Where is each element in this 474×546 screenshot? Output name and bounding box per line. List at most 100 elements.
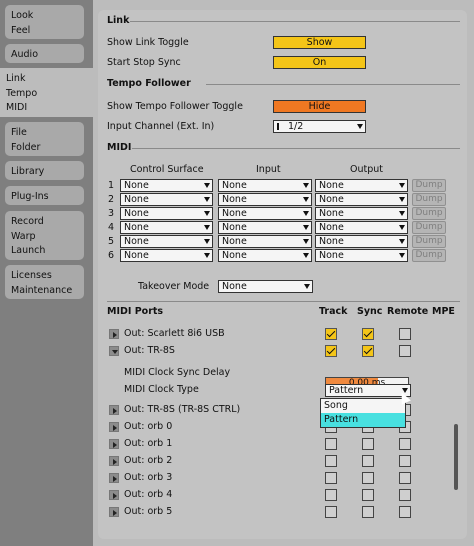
- sync-checkbox[interactable]: [362, 438, 374, 450]
- midi-input-dropdown[interactable]: None: [218, 235, 312, 248]
- midi-input-value: None: [222, 222, 247, 233]
- track-column-header: Track: [319, 306, 348, 317]
- expand-triangle-icon[interactable]: [109, 422, 119, 432]
- sync-checkbox[interactable]: [362, 345, 374, 357]
- midi-output-dropdown[interactable]: None: [315, 235, 408, 248]
- track-checkbox[interactable]: [325, 489, 337, 501]
- remote-checkbox[interactable]: [399, 328, 411, 340]
- remote-column-header: Remote: [387, 306, 429, 317]
- midi-output-value: None: [319, 250, 344, 261]
- remote-checkbox[interactable]: [399, 345, 411, 357]
- remote-checkbox[interactable]: [399, 438, 411, 450]
- expand-triangle-icon[interactable]: [109, 507, 119, 517]
- midi-output-dropdown[interactable]: None: [315, 249, 408, 262]
- expand-triangle-icon[interactable]: [109, 439, 119, 449]
- dump-button[interactable]: Dump: [412, 207, 446, 220]
- midi-clock-type-label: MIDI Clock Type: [124, 384, 199, 395]
- midi-input-dropdown[interactable]: None: [218, 193, 312, 206]
- dump-button[interactable]: Dump: [412, 249, 446, 262]
- preferences-content[interactable]: Link Show Link Toggle Show Start Stop Sy…: [98, 10, 467, 539]
- midi-port-name: Out: orb 0: [124, 421, 173, 432]
- midi-control-dropdown[interactable]: None: [120, 249, 213, 262]
- midi-control-dropdown[interactable]: None: [120, 193, 213, 206]
- midi-output-value: None: [319, 180, 344, 191]
- sync-checkbox[interactable]: [362, 455, 374, 467]
- midi-output-dropdown[interactable]: None: [315, 179, 408, 192]
- popup-option-pattern[interactable]: Pattern: [321, 413, 405, 427]
- chevron-down-icon: [357, 124, 363, 129]
- chevron-down-icon: [303, 253, 309, 258]
- midi-output-dropdown[interactable]: None: [315, 193, 408, 206]
- show-tempo-follower-button[interactable]: Hide: [273, 100, 366, 113]
- midi-control-dropdown[interactable]: None: [120, 221, 213, 234]
- nav-audio[interactable]: Audio: [5, 44, 84, 63]
- track-checkbox[interactable]: [325, 472, 337, 484]
- collapse-triangle-icon[interactable]: [109, 346, 119, 356]
- nav-link-tempo-midi[interactable]: Link Tempo MIDI: [0, 68, 93, 117]
- midi-row-number: 3: [108, 208, 115, 219]
- sync-checkbox[interactable]: [362, 472, 374, 484]
- chevron-down-icon: [303, 211, 309, 216]
- midi-control-dropdown[interactable]: None: [120, 235, 213, 248]
- nav-label: Plug-Ins: [11, 191, 49, 202]
- remote-checkbox[interactable]: [399, 506, 411, 518]
- sync-checkbox[interactable]: [362, 328, 374, 340]
- nav-licenses-maintenance[interactable]: Licenses Maintenance: [5, 265, 84, 299]
- track-checkbox[interactable]: [325, 506, 337, 518]
- input-channel-label: Input Channel (Ext. In): [107, 121, 215, 132]
- nav-look-feel[interactable]: Look Feel: [5, 5, 84, 39]
- expand-triangle-icon[interactable]: [109, 329, 119, 339]
- nav-plug-ins[interactable]: Plug-Ins: [5, 186, 84, 205]
- chevron-down-icon: [303, 239, 309, 244]
- chevron-down-icon: [399, 211, 405, 216]
- input-channel-dropdown[interactable]: 1/2: [273, 120, 366, 133]
- chevron-down-icon: [399, 197, 405, 202]
- dump-button[interactable]: Dump: [412, 235, 446, 248]
- midi-control-dropdown[interactable]: None: [120, 179, 213, 192]
- midi-row-number: 2: [108, 194, 115, 205]
- midi-input-dropdown[interactable]: None: [218, 221, 312, 234]
- expand-triangle-icon[interactable]: [109, 405, 119, 415]
- midi-ports-section-title: MIDI Ports: [107, 306, 164, 317]
- nav-label: Record: [11, 216, 44, 227]
- dump-button[interactable]: Dump: [412, 221, 446, 234]
- mpe-column-header: MPE: [432, 306, 455, 317]
- takeover-mode-dropdown[interactable]: None: [218, 280, 313, 293]
- chevron-down-icon: [303, 197, 309, 202]
- dump-button[interactable]: Dump: [412, 193, 446, 206]
- scrollbar[interactable]: [454, 424, 458, 490]
- track-checkbox[interactable]: [325, 438, 337, 450]
- track-checkbox[interactable]: [325, 345, 337, 357]
- track-checkbox[interactable]: [325, 328, 337, 340]
- dump-button[interactable]: Dump: [412, 179, 446, 192]
- input-channel-value: 1/2: [288, 121, 304, 132]
- input-header: Input: [256, 164, 281, 175]
- chevron-down-icon: [204, 211, 210, 216]
- expand-triangle-icon[interactable]: [109, 473, 119, 483]
- midi-input-dropdown[interactable]: None: [218, 207, 312, 220]
- midi-row-number: 6: [108, 250, 115, 261]
- sync-checkbox[interactable]: [362, 489, 374, 501]
- nav-label: File: [11, 127, 27, 138]
- nav-record-warp-launch[interactable]: Record Warp Launch: [5, 211, 84, 260]
- midi-input-dropdown[interactable]: None: [218, 179, 312, 192]
- nav-library[interactable]: Library: [5, 161, 84, 180]
- sync-checkbox[interactable]: [362, 506, 374, 518]
- control-surface-header: Control Surface: [130, 164, 204, 175]
- midi-input-dropdown[interactable]: None: [218, 249, 312, 262]
- chevron-down-icon: [304, 284, 310, 289]
- start-stop-sync-button[interactable]: On: [273, 56, 366, 69]
- popup-option-song[interactable]: Song: [321, 399, 405, 413]
- show-link-toggle-button[interactable]: Show: [273, 36, 366, 49]
- nav-file-folder[interactable]: File Folder: [5, 122, 84, 156]
- expand-triangle-icon[interactable]: [109, 490, 119, 500]
- nav-label: Look: [11, 10, 34, 21]
- remote-checkbox[interactable]: [399, 489, 411, 501]
- midi-control-dropdown[interactable]: None: [120, 207, 213, 220]
- remote-checkbox[interactable]: [399, 472, 411, 484]
- midi-output-dropdown[interactable]: None: [315, 221, 408, 234]
- track-checkbox[interactable]: [325, 455, 337, 467]
- remote-checkbox[interactable]: [399, 455, 411, 467]
- expand-triangle-icon[interactable]: [109, 456, 119, 466]
- midi-output-dropdown[interactable]: None: [315, 207, 408, 220]
